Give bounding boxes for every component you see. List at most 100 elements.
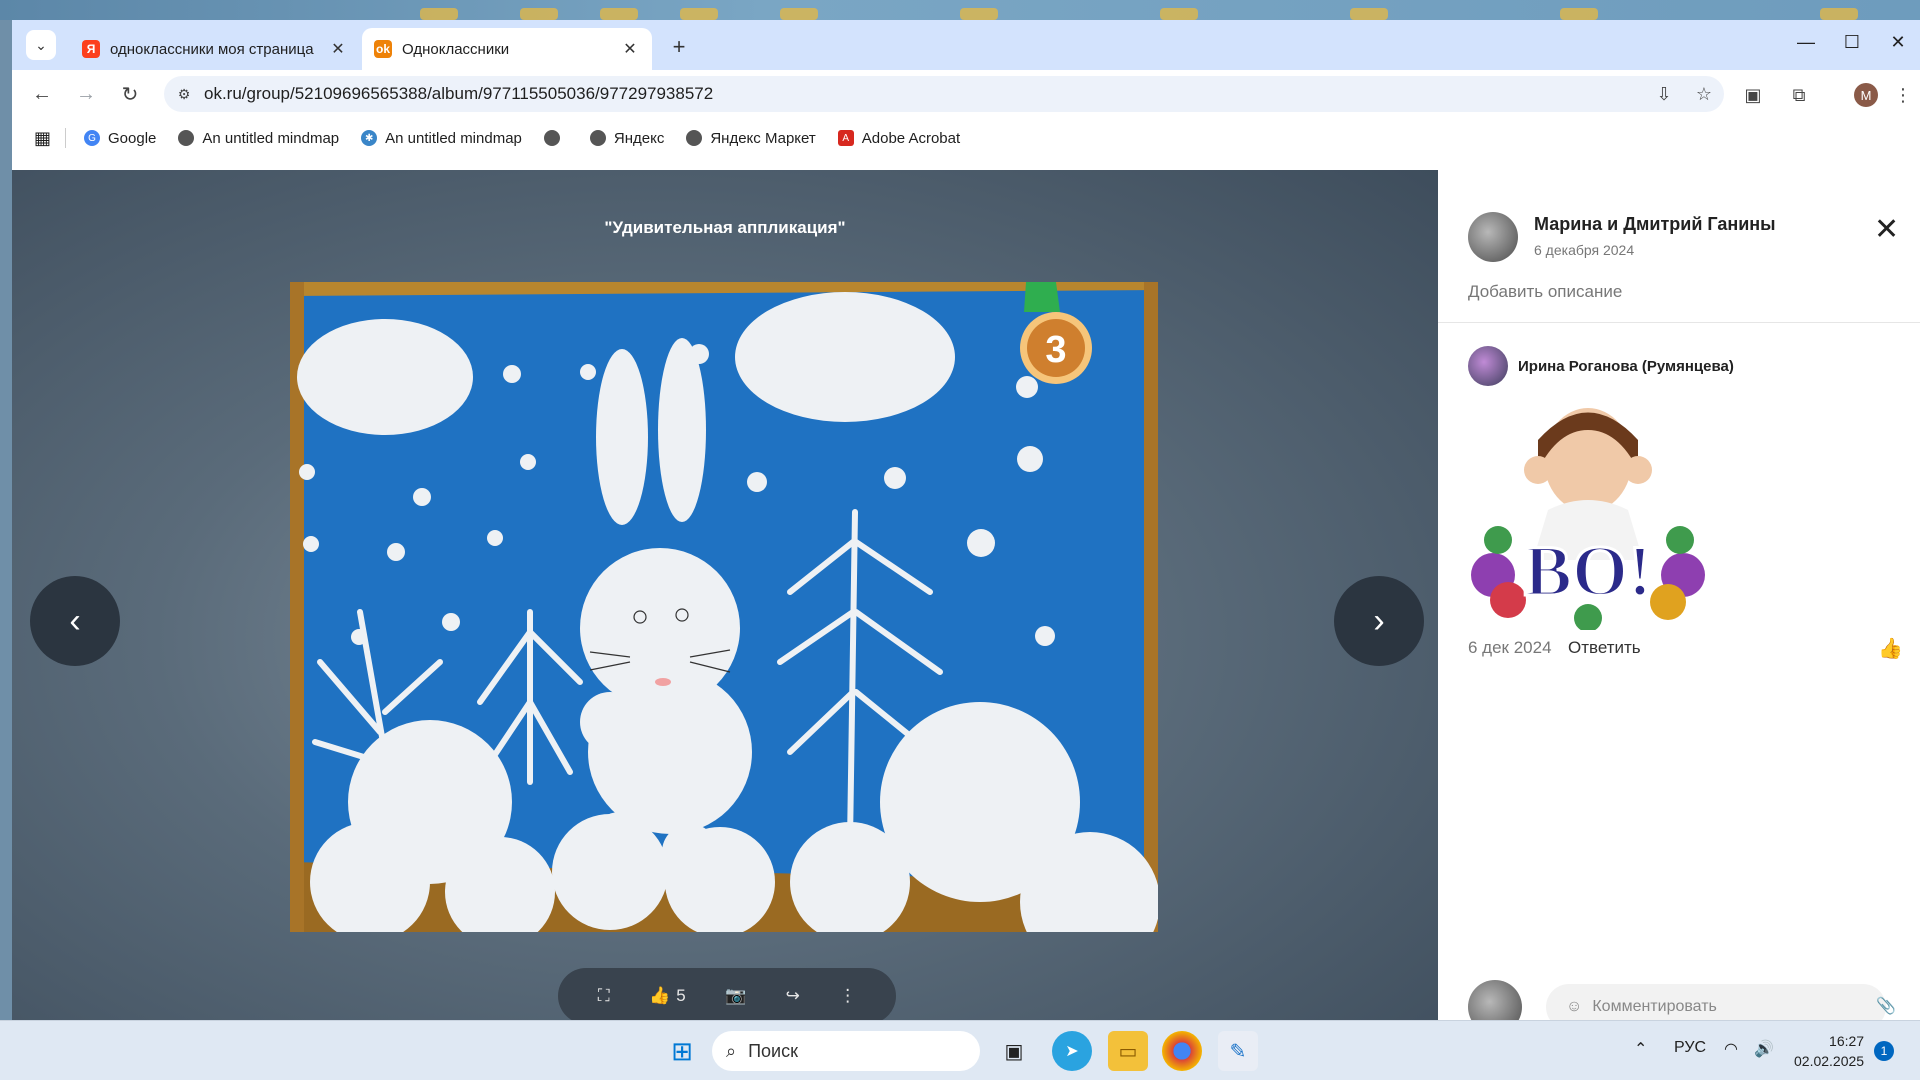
share-icon[interactable]: ↪ [786, 986, 800, 1006]
extensions-icon[interactable]: ⧉ [1784, 80, 1814, 110]
minimize-button[interactable]: — [1786, 32, 1826, 53]
photo-viewer: "Удивительная аппликация" 3 ‹ › ⛶ 👍 5 📷 … [12, 170, 1438, 1024]
chevron-up-icon[interactable]: ⌃ [1634, 1039, 1647, 1059]
divider [65, 128, 67, 148]
tab-yandex[interactable]: Я одноклассники моя страница ✕ [70, 28, 360, 70]
browser-toolbar: ← → ↻ ⚙ ok.ru/group/52109696565388/album… [12, 70, 1920, 118]
wifi-icon[interactable]: ◠ [1724, 1039, 1738, 1059]
fullscreen-icon[interactable]: ⛶ [598, 986, 610, 1006]
bookmark-label: Google [108, 129, 157, 147]
app-icon[interactable]: ✎ [1218, 1031, 1258, 1071]
bookmark-unnamed[interactable] [543, 130, 568, 146]
windows-taskbar: ⊞ ⌕ Поиск ▣ ➤ ▭ ✎ ⌃ РУС ◠ 🔊 16:27 02.02.… [0, 1020, 1920, 1080]
reload-button[interactable]: ↻ [114, 78, 146, 110]
notification-badge[interactable]: 1 [1874, 1041, 1894, 1061]
desktop-background-strip [0, 0, 1920, 20]
forward-button[interactable]: → [70, 78, 102, 110]
apps-icon[interactable]: ▦ [34, 128, 51, 149]
mindmap-icon: ✱ [361, 130, 378, 146]
emoji-icon[interactable]: ☺ [1566, 998, 1582, 1016]
google-icon: G [84, 130, 101, 146]
bookmark-adobe-acrobat[interactable]: A Adobe Acrobat [837, 129, 961, 147]
window-close-button[interactable]: ✕ [1878, 32, 1918, 53]
desktop-icon [780, 8, 818, 20]
previous-photo-button[interactable]: ‹ [30, 576, 120, 666]
page-content: "Удивительная аппликация" 3 ‹ › ⛶ 👍 5 📷 … [12, 170, 1920, 1034]
cast-icon[interactable]: ▣ [1738, 80, 1768, 110]
tab-title: одноклассники моя страница [110, 40, 314, 58]
menu-dots-icon[interactable]: ⋮ [1888, 80, 1918, 110]
bookmark-yandex[interactable]: Яндекс [589, 129, 665, 147]
taskbar-search-label: Поиск [748, 1040, 798, 1061]
add-description-link[interactable]: Добавить описание [1468, 282, 1622, 302]
next-photo-button[interactable]: › [1334, 576, 1424, 666]
bookmark-mindmap-1[interactable]: An untitled mindmap [178, 130, 339, 147]
applique-photo: 3 [290, 282, 1158, 932]
chrome-icon[interactable] [1162, 1031, 1202, 1071]
address-bar[interactable]: ⚙ ok.ru/group/52109696565388/album/97711… [164, 76, 1724, 112]
tab-odnoklassniki[interactable]: ok Одноклассники ✕ [362, 28, 652, 70]
close-icon[interactable]: ✕ [328, 39, 348, 59]
site-info-icon[interactable]: ⚙ [164, 86, 204, 103]
owner-avatar[interactable] [1468, 212, 1518, 262]
install-app-icon[interactable]: ⇩ [1644, 84, 1684, 105]
clock-time: 16:27 [1829, 1033, 1865, 1049]
photo-toolbar: ⛶ 👍 5 📷 ↪ ⋮ [558, 968, 896, 1024]
bookmark-yandex-market[interactable]: Яндекс Маркет [686, 130, 816, 147]
thumbs-up-icon: 👍 [649, 986, 671, 1005]
bookmark-label: Adobe Acrobat [861, 129, 961, 147]
sticker-text: ВО! [1524, 531, 1652, 611]
owner-name[interactable]: Марина и Дмитрий Ганины [1534, 214, 1776, 235]
photo-image[interactable]: 3 [290, 282, 1158, 932]
new-tab-button[interactable]: + [664, 32, 694, 62]
bookmark-label: An untitled mindmap [385, 129, 522, 147]
divider [1438, 322, 1920, 323]
telegram-icon[interactable]: ➤ [1052, 1031, 1092, 1071]
search-icon: ⌕ [726, 1040, 737, 1061]
bookmark-label: An untitled mindmap [202, 129, 340, 147]
maximize-button[interactable]: ☐ [1832, 32, 1872, 53]
sticker-image: ВО! [1471, 408, 1705, 632]
reply-button[interactable]: Ответить [1568, 638, 1641, 658]
globe-icon [589, 130, 606, 146]
bookmark-star-icon[interactable]: ☆ [1684, 84, 1724, 105]
desktop-icon [600, 8, 638, 20]
desktop-icon [960, 8, 998, 20]
language-indicator[interactable]: РУС [1674, 1039, 1706, 1057]
bookmark-label: Яндекс [613, 129, 665, 147]
like-count: 5 [676, 986, 686, 1005]
close-viewer-button[interactable]: ✕ [1874, 212, 1899, 247]
taskbar-search[interactable]: ⌕ Поиск [712, 1031, 980, 1071]
windows-start-icon[interactable]: ⊞ [662, 1031, 702, 1071]
desktop-icon [1560, 8, 1598, 20]
photo-side-panel: Марина и Дмитрий Ганины 6 декабря 2024 ✕… [1438, 170, 1920, 1034]
bookmarks-bar: ▦ G Google An untitled mindmap ✱ An unti… [12, 118, 1920, 158]
comment-like-icon[interactable]: 👍 [1878, 636, 1903, 661]
system-clock[interactable]: 16:27 02.02.2025 [1794, 1031, 1864, 1071]
attach-icon[interactable]: 📎 [1876, 996, 1896, 1016]
tab-strip: ⌄ Я одноклассники моя страница ✕ ok Одно… [12, 20, 1920, 70]
globe-icon [543, 130, 560, 146]
tab-search-button[interactable]: ⌄ [26, 30, 56, 60]
desktop-icon [420, 8, 458, 20]
camera-icon[interactable]: 📷 [725, 986, 746, 1006]
clock-date: 02.02.2025 [1794, 1053, 1865, 1069]
close-icon[interactable]: ✕ [620, 39, 640, 59]
comment-sticker: ВО! [1468, 390, 1708, 632]
desktop-icon [1350, 8, 1388, 20]
commenter-avatar[interactable] [1468, 346, 1508, 386]
back-button[interactable]: ← [26, 78, 58, 110]
like-button[interactable]: 👍 5 [649, 986, 686, 1006]
bookmark-mindmap-2[interactable]: ✱ An untitled mindmap [361, 130, 522, 147]
task-view-icon[interactable]: ▣ [994, 1031, 1034, 1071]
commenter-name[interactable]: Ирина Роганова (Румянцева) [1518, 358, 1734, 375]
medal-number: 3 [1045, 329, 1066, 371]
desktop-icon [520, 8, 558, 20]
file-explorer-icon[interactable]: ▭ [1108, 1031, 1148, 1071]
profile-avatar[interactable]: M [1854, 83, 1878, 107]
url-text[interactable]: ok.ru/group/52109696565388/album/9771155… [204, 84, 1644, 104]
comment-date: 6 дек 2024 [1468, 638, 1552, 657]
volume-icon[interactable]: 🔊 [1754, 1039, 1774, 1059]
bookmark-google[interactable]: G Google [84, 130, 156, 147]
more-options-icon[interactable]: ⋮ [839, 986, 856, 1006]
